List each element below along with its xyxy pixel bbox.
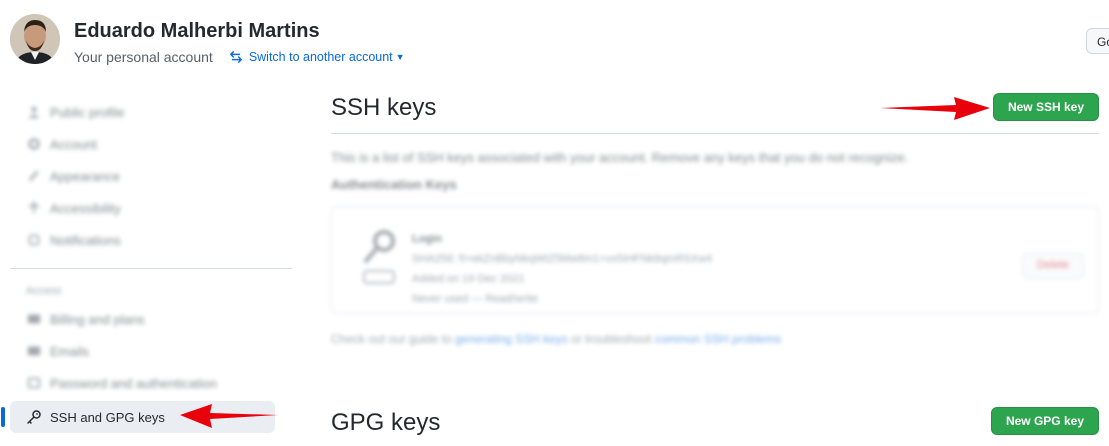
sidebar-item-label: Appearance [50, 168, 121, 184]
sidebar-item-label: Account [50, 136, 97, 152]
generating-ssh-keys-link[interactable]: generating SSH keys [455, 332, 568, 346]
gear-icon [26, 136, 42, 152]
ssh-keys-panel: SSH keys New SSH key This is a list of S… [331, 88, 1099, 436]
sidebar-item-notifications[interactable]: Notifications [10, 224, 292, 256]
annotation-arrow-ssh-menu [180, 404, 278, 428]
account-header: Eduardo Malherbi Martins Your personal a… [10, 14, 405, 68]
sidebar-item-label: Emails [50, 343, 90, 359]
ssh-key-card: Login SHA256: fI+ekZnBbyNkqWtZ5Mw8m1+vx5… [331, 206, 1099, 314]
ssh-key-title: Login [412, 233, 442, 245]
ssh-key-added: Added on 19 Dec 2021 [412, 273, 525, 285]
annotation-arrow-new-ssh [880, 97, 990, 120]
delete-key-button[interactable]: Delete [1022, 253, 1084, 279]
sidebar-item-billing[interactable]: Billing and plans [10, 303, 292, 335]
accessibility-icon [26, 200, 42, 216]
shield-lock-icon [26, 375, 42, 391]
avatar[interactable] [10, 14, 60, 64]
gpg-keys-header: GPG keys New GPG key [331, 406, 1099, 446]
sidebar-item-appearance[interactable]: Appearance [10, 160, 292, 192]
paintbrush-icon [26, 168, 42, 184]
sidebar-item-account[interactable]: Account [10, 128, 292, 160]
ssh-key-last-used: Never used — Read/write [412, 293, 538, 305]
account-type-label: Your personal account [74, 49, 213, 65]
sidebar-item-label: Accessibility [50, 200, 121, 216]
chevron-down-icon: ▼ [395, 52, 405, 62]
user-name: Eduardo Malherbi Martins [74, 20, 320, 42]
ssh-intro-text: This is a list of SSH keys associated wi… [331, 150, 909, 165]
arrow-switch-icon [229, 50, 243, 64]
new-ssh-key-button[interactable]: New SSH key [992, 93, 1099, 121]
person-icon [26, 104, 42, 120]
sidebar-item-emails[interactable]: Emails [10, 335, 292, 367]
credit-card-icon [26, 311, 42, 327]
go-to-profile-button[interactable]: Go [1086, 28, 1109, 54]
auth-keys-heading: Authentication Keys [331, 177, 457, 192]
sidebar-item-label: Notifications [50, 232, 121, 248]
sidebar-item-label: SSH and GPG keys [50, 409, 165, 425]
gpg-keys-title: GPG keys [331, 409, 441, 436]
ssh-help-text: Check out our guide to generating SSH ke… [331, 332, 1099, 346]
mail-icon [26, 343, 42, 359]
help-prefix: Check out our guide to [331, 332, 452, 346]
ssh-key-fingerprint: SHA256: fI+ekZnBbyNkqWtZ5Mw8m1+vx5IHFNk8… [412, 253, 713, 265]
switch-account-label: Switch to another account [248, 50, 393, 64]
key-icon [26, 409, 42, 425]
sidebar-item-label: Billing and plans [50, 311, 145, 327]
sidebar-heading-access: Access [26, 285, 62, 297]
common-ssh-problems-link[interactable]: common SSH problems [655, 332, 782, 346]
sidebar-item-public-profile[interactable]: Public profile [10, 96, 292, 128]
ssh-key-badge [360, 227, 400, 287]
sidebar-item-label: Password and authentication [50, 375, 217, 391]
switch-account-link[interactable]: Switch to another account ▼ [229, 48, 405, 66]
sidebar-item-password[interactable]: Password and authentication [10, 367, 292, 399]
settings-sidebar: Public profile Account Appearance Access… [1, 96, 292, 433]
sidebar-item-accessibility[interactable]: Accessibility [10, 192, 292, 224]
sidebar-divider [10, 268, 292, 269]
help-mid: or troubleshoot [571, 332, 652, 346]
bell-icon [26, 232, 42, 248]
sidebar-item-label: Public profile [50, 104, 125, 120]
new-gpg-key-button[interactable]: New GPG key [990, 407, 1099, 435]
